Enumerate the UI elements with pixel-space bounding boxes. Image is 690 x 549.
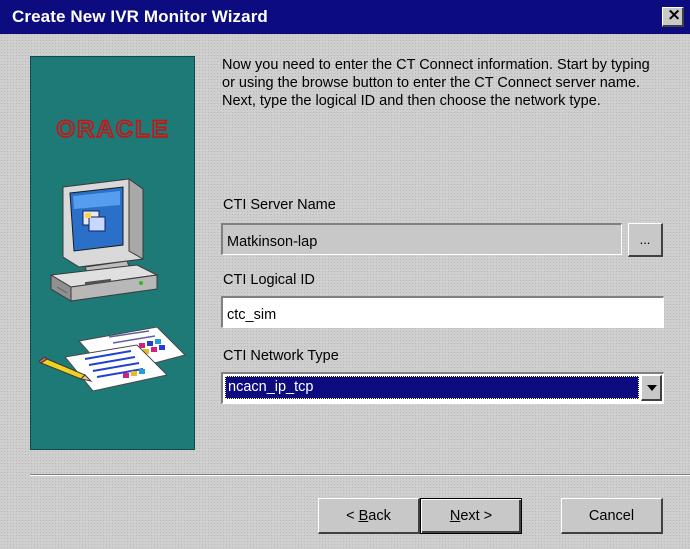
computer-icon [49,178,159,302]
next-accelerator: N [449,508,461,524]
button-separator [30,474,690,476]
close-icon: × [667,5,682,25]
network-type-selected: ncacn_ip_tcp [225,376,639,399]
wizard-graphic-panel: ORACLE [30,56,195,450]
back-prefix: < [346,507,359,524]
chevron-down-icon[interactable] [641,375,662,401]
back-accelerator: B [358,507,369,524]
close-button[interactable]: × [662,5,684,27]
logical-id-field[interactable] [221,296,664,328]
title-bar[interactable]: Create New IVR Monitor Wizard × [0,0,690,34]
oracle-logo: ORACLE [56,115,169,144]
cancel-button[interactable]: Cancel [561,498,663,534]
server-name-label: CTI Server Name [223,197,336,213]
window-title: Create New IVR Monitor Wizard [12,7,268,26]
back-button[interactable]: < Back [318,498,420,534]
network-type-select[interactable]: ncacn_ip_tcp [221,372,664,404]
instructions-text: Now you need to enter the CT Connect inf… [222,57,650,109]
browse-button[interactable]: ... [628,223,663,257]
next-button[interactable]: Next > [420,498,522,534]
wizard-window: Create New IVR Monitor Wizard × ORACLE N… [0,0,690,549]
documents-icon [39,326,186,392]
back-rest: ack [368,507,391,524]
oracle-logo-text: ORACLE [56,116,169,143]
logical-id-label: CTI Logical ID [223,272,315,288]
next-rest: ext > [460,508,493,524]
network-type-label: CTI Network Type [223,348,339,364]
server-name-field[interactable] [221,223,622,255]
